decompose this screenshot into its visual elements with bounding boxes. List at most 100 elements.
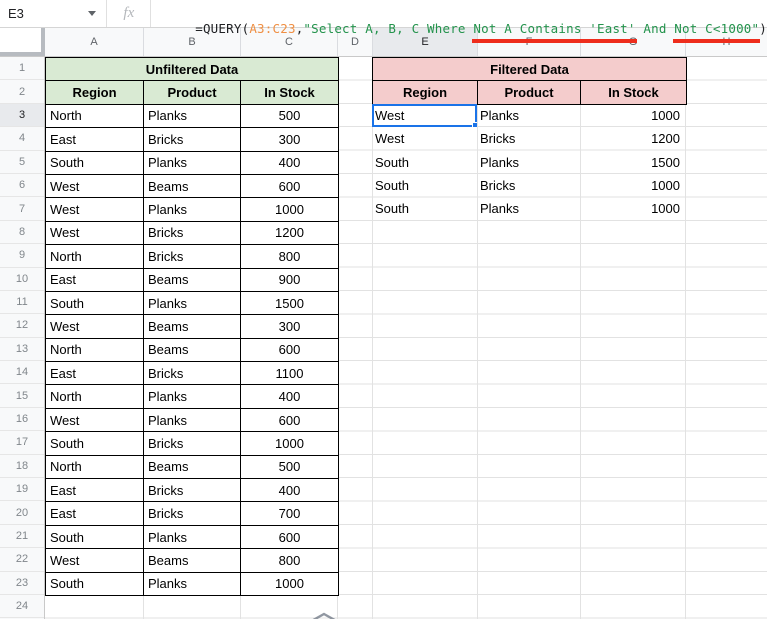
filtered-col-region[interactable]: Region bbox=[372, 80, 478, 105]
row-header[interactable]: 19 bbox=[0, 478, 44, 502]
cell-region[interactable]: North bbox=[45, 103, 144, 129]
cell-stock[interactable]: 1200 bbox=[580, 127, 685, 150]
cell-region[interactable]: West bbox=[372, 104, 477, 128]
row-header[interactable]: 16 bbox=[0, 408, 44, 432]
cell-region[interactable]: West bbox=[372, 127, 477, 150]
cell-region[interactable]: South bbox=[372, 197, 477, 220]
cell-product[interactable]: Beams bbox=[143, 314, 241, 339]
filtered-col-stock[interactable]: In Stock bbox=[580, 80, 687, 105]
cell-region[interactable]: South bbox=[45, 290, 144, 316]
cell-stock[interactable]: 800 bbox=[239, 548, 340, 573]
row-header[interactable]: 8 bbox=[0, 221, 44, 245]
cell-stock[interactable]: 1000 bbox=[239, 197, 340, 222]
row-header[interactable]: 4 bbox=[0, 127, 44, 151]
row-header[interactable]: 24 bbox=[0, 595, 44, 619]
cell-region[interactable]: West bbox=[45, 314, 144, 339]
cell-stock[interactable]: 400 bbox=[239, 478, 340, 503]
column-header[interactable]: A bbox=[45, 28, 143, 56]
row-header[interactable]: 12 bbox=[0, 314, 44, 338]
cell-product[interactable]: Beams bbox=[143, 337, 241, 363]
row-header[interactable]: 17 bbox=[0, 431, 44, 455]
cell-product[interactable]: Planks bbox=[143, 197, 241, 222]
cell-stock[interactable]: 600 bbox=[239, 407, 340, 433]
cell-stock[interactable]: 1100 bbox=[239, 361, 340, 386]
filtered-table-title[interactable]: Filtered Data bbox=[372, 56, 687, 82]
row-header[interactable]: 18 bbox=[0, 455, 44, 479]
cell-region[interactable]: South bbox=[45, 524, 144, 550]
cell-product[interactable]: Bricks bbox=[143, 478, 241, 503]
cell-product[interactable]: Bricks bbox=[143, 361, 241, 386]
cell-stock[interactable]: 1200 bbox=[239, 220, 340, 246]
row-header[interactable]: 10 bbox=[0, 268, 44, 291]
cell-region[interactable]: East bbox=[45, 361, 144, 386]
cell-stock[interactable]: 1500 bbox=[580, 151, 685, 174]
cell-stock[interactable]: 600 bbox=[239, 524, 340, 550]
cell-product[interactable]: Planks bbox=[143, 571, 241, 596]
unfiltered-table-title[interactable]: Unfiltered Data bbox=[44, 56, 340, 82]
cell-product[interactable]: Planks bbox=[477, 197, 580, 220]
cell-stock[interactable]: 500 bbox=[239, 103, 340, 129]
cell-stock[interactable]: 1500 bbox=[239, 290, 340, 316]
cell-region[interactable]: West bbox=[45, 220, 144, 246]
cell-region[interactable]: North bbox=[45, 244, 144, 269]
unfiltered-col-stock[interactable]: In Stock bbox=[239, 80, 340, 105]
cell-stock[interactable]: 1000 bbox=[580, 104, 685, 127]
cell-product[interactable]: Bricks bbox=[143, 220, 241, 246]
cell-stock[interactable]: 1000 bbox=[239, 571, 340, 596]
cell-product[interactable]: Bricks bbox=[143, 244, 241, 269]
cell-stock[interactable]: 1000 bbox=[580, 174, 685, 197]
cell-stock[interactable]: 400 bbox=[239, 384, 340, 409]
cell-product[interactable]: Planks bbox=[477, 104, 580, 127]
cell-region[interactable]: North bbox=[45, 384, 144, 409]
cell-product[interactable]: Bricks bbox=[143, 431, 241, 456]
cell-stock[interactable]: 300 bbox=[239, 127, 340, 152]
cell-region[interactable]: West bbox=[45, 548, 144, 573]
cell-product[interactable]: Planks bbox=[143, 384, 241, 409]
cell-product[interactable]: Bricks bbox=[477, 174, 580, 197]
cell-stock[interactable]: 500 bbox=[239, 454, 340, 480]
row-header[interactable]: 3 bbox=[0, 103, 44, 128]
row-header[interactable]: 13 bbox=[0, 338, 44, 362]
cell-region[interactable]: West bbox=[45, 173, 144, 199]
row-header[interactable]: 2 bbox=[0, 80, 44, 104]
cell-region[interactable]: West bbox=[45, 407, 144, 433]
cell-region[interactable]: South bbox=[45, 431, 144, 456]
row-header[interactable]: 7 bbox=[0, 197, 44, 221]
cell-region[interactable]: East bbox=[45, 127, 144, 152]
row-header[interactable]: 22 bbox=[0, 548, 44, 572]
cell-product[interactable]: Planks bbox=[143, 150, 241, 175]
cell-product[interactable]: Planks bbox=[477, 151, 580, 174]
cell-product[interactable]: Beams bbox=[143, 267, 241, 292]
row-header[interactable]: 21 bbox=[0, 525, 44, 549]
cell-stock[interactable]: 600 bbox=[239, 173, 340, 199]
row-header[interactable]: 1 bbox=[0, 57, 44, 81]
cell-region[interactable]: South bbox=[372, 174, 477, 197]
cell-region[interactable]: South bbox=[45, 150, 144, 175]
cell-stock[interactable]: 400 bbox=[239, 150, 340, 175]
cell-region[interactable]: North bbox=[45, 454, 144, 480]
cell-stock[interactable]: 1000 bbox=[239, 431, 340, 456]
cell-stock[interactable]: 900 bbox=[239, 267, 340, 292]
cell-product[interactable]: Planks bbox=[143, 524, 241, 550]
cell-region[interactable]: East bbox=[45, 478, 144, 503]
cell-stock[interactable]: 300 bbox=[239, 314, 340, 339]
row-header[interactable]: 23 bbox=[0, 572, 44, 595]
cell-stock[interactable]: 800 bbox=[239, 244, 340, 269]
name-box[interactable]: E3 bbox=[0, 0, 106, 27]
row-header[interactable]: 9 bbox=[0, 244, 44, 268]
row-header[interactable]: 6 bbox=[0, 174, 44, 198]
formula-input[interactable]: =QUERY(A3:C23,"Select A, B, C Where Not … bbox=[164, 0, 767, 36]
cell-product[interactable]: Beams bbox=[143, 548, 241, 573]
cell-region[interactable]: East bbox=[45, 267, 144, 292]
cell-region[interactable]: South bbox=[45, 571, 144, 596]
filtered-col-product[interactable]: Product bbox=[477, 80, 581, 105]
cell-product[interactable]: Bricks bbox=[143, 501, 241, 526]
cell-region[interactable]: West bbox=[45, 197, 144, 222]
cell-product[interactable]: Beams bbox=[143, 173, 241, 199]
unfiltered-col-region[interactable]: Region bbox=[45, 80, 144, 105]
row-header[interactable]: 20 bbox=[0, 501, 44, 525]
cell-product[interactable]: Planks bbox=[143, 407, 241, 433]
row-header[interactable]: 15 bbox=[0, 384, 44, 408]
cell-stock[interactable]: 1000 bbox=[580, 197, 685, 220]
cell-product[interactable]: Bricks bbox=[477, 127, 580, 150]
